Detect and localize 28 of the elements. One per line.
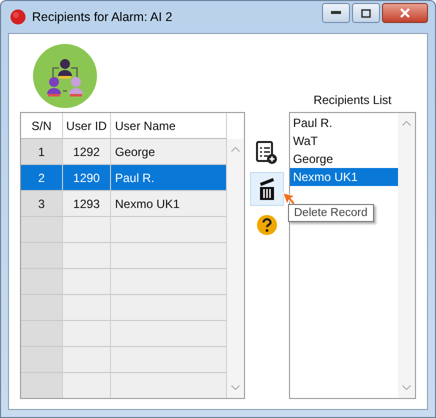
list-item[interactable]: WaT bbox=[290, 132, 398, 150]
table-row[interactable]: 3 1293 Nexmo UK1 bbox=[21, 191, 228, 217]
help-icon bbox=[256, 214, 278, 236]
list-item[interactable]: George bbox=[290, 150, 398, 168]
window-title: Recipients for Alarm: AI 2 bbox=[32, 10, 172, 24]
list-item[interactable]: Nexmo UK1 bbox=[290, 168, 398, 186]
minimize-icon bbox=[331, 11, 341, 15]
close-icon bbox=[400, 8, 410, 18]
table-row[interactable]: 2 1290 Paul R. bbox=[21, 165, 228, 191]
table-row[interactable]: 1 1292 George bbox=[21, 139, 228, 165]
column-header[interactable]: User Name bbox=[111, 113, 228, 139]
table-cell: 1 bbox=[21, 139, 63, 165]
tooltip: Delete Record bbox=[288, 204, 374, 222]
arrow-cursor-icon bbox=[282, 192, 296, 206]
table-cell: 2 bbox=[21, 165, 63, 191]
maximize-icon bbox=[361, 8, 371, 18]
app-logo-icon bbox=[10, 9, 26, 25]
recipients-list-label: Recipients List bbox=[312, 92, 392, 109]
maximize-button[interactable] bbox=[352, 3, 380, 23]
list-item[interactable]: Paul R. bbox=[290, 114, 398, 132]
list-add-icon bbox=[256, 141, 278, 165]
delete-button[interactable] bbox=[250, 172, 284, 206]
column-header[interactable]: User ID bbox=[63, 113, 111, 139]
column-header[interactable]: S/N bbox=[21, 113, 63, 139]
close-button[interactable] bbox=[382, 3, 428, 23]
people-network-icon bbox=[33, 44, 97, 108]
table-cell: 3 bbox=[21, 191, 63, 217]
minimize-button[interactable] bbox=[322, 3, 350, 23]
